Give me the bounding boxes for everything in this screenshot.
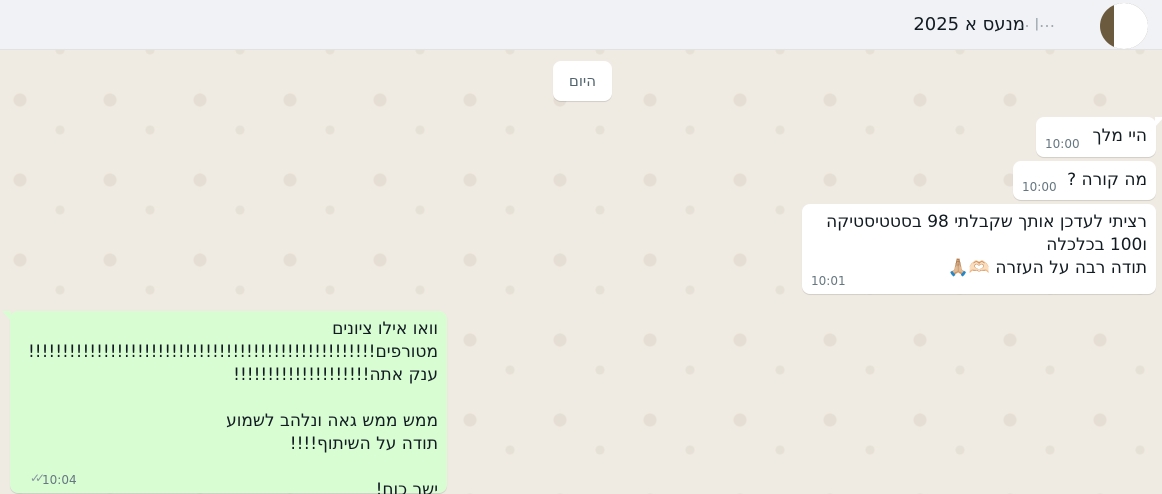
message-incoming[interactable]: מה קורה ? 10:00	[1013, 161, 1156, 200]
message-incoming[interactable]: היי מלך 10:00	[1036, 117, 1162, 157]
message-text: רציתי לעדכן אותך שקבלתי 98 בסטטיסטיקה ו1…	[826, 212, 1147, 278]
message-time: 10:00	[1045, 137, 1080, 151]
message-text: וואו אילו ציונים מטורפים!!!!!!!!!!!!!!!!…	[27, 319, 438, 494]
contact-avatar[interactable]	[1100, 3, 1148, 49]
message-time: 10:04	[42, 473, 77, 487]
message-time: 10:00	[1022, 180, 1057, 194]
bubble-tail	[2, 311, 11, 321]
chat-header: מנעס א 2025 …ן ..	[0, 0, 1162, 50]
message-outgoing[interactable]: וואו אילו ציונים מטורפים!!!!!!!!!!!!!!!!…	[2, 311, 447, 494]
date-divider: היום	[553, 61, 612, 101]
message-time: 10:01	[811, 274, 846, 288]
read-receipt-icon: ✓✓	[30, 471, 45, 485]
avatar-mask	[1114, 3, 1148, 49]
message-incoming[interactable]: רציתי לעדכן אותך שקבלתי 98 בסטטיסטיקה ו1…	[802, 204, 1156, 294]
bubble-tail	[1155, 117, 1162, 127]
contact-name[interactable]: …ן ..	[1000, 12, 1055, 38]
